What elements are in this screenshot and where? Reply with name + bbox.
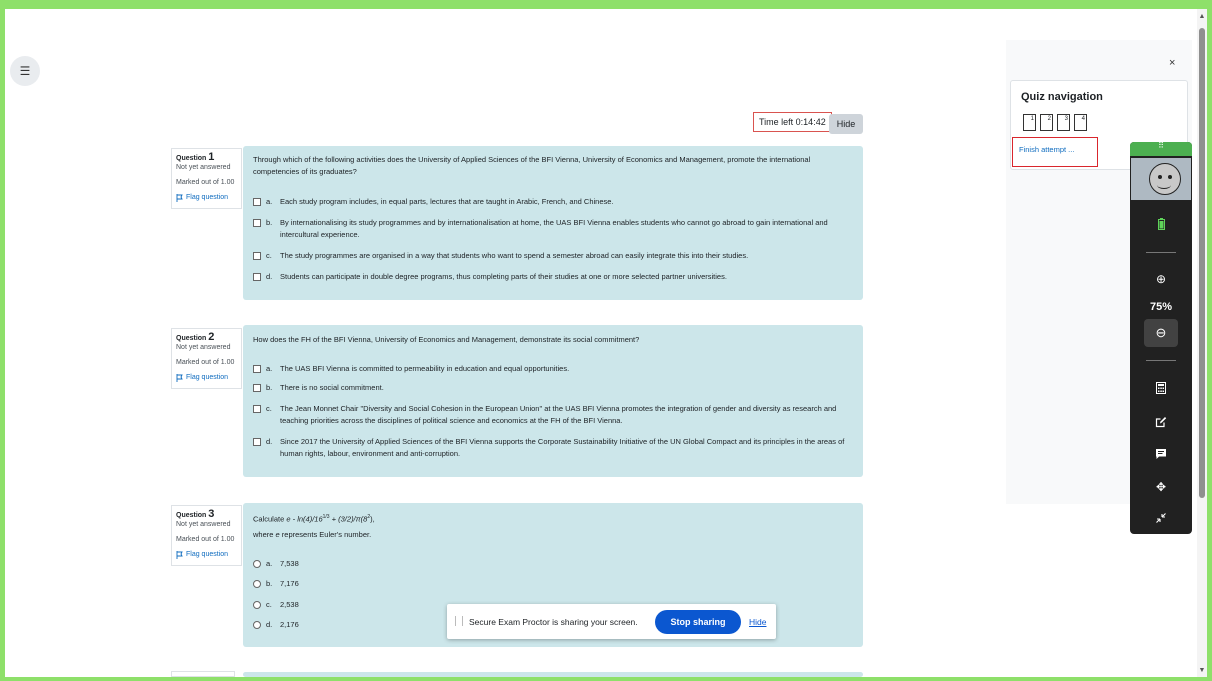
- hide-timer-button[interactable]: Hide: [829, 114, 863, 134]
- scrollbar-thumb[interactable]: [1199, 28, 1205, 498]
- scroll-down-arrow-icon[interactable]: ▼: [1197, 666, 1207, 676]
- question-number: Question 3: [176, 508, 215, 520]
- edit-icon[interactable]: [1130, 416, 1192, 431]
- radio-button[interactable]: [253, 621, 261, 629]
- question-text: How does the FH of the BFI Vienna, Unive…: [253, 335, 640, 344]
- checkbox[interactable]: [253, 438, 261, 446]
- question-info-1: Question 1 Not yet answered Marked out o…: [171, 148, 242, 209]
- answer-option[interactable]: a. 7,538: [253, 558, 851, 570]
- minus-circle-icon[interactable]: ⊖: [1144, 319, 1178, 347]
- flag-icon: [176, 373, 183, 382]
- radio-button[interactable]: [253, 601, 261, 609]
- zoom-level: 75%: [1149, 301, 1173, 313]
- user-face: [1149, 163, 1181, 195]
- nav-question-button[interactable]: 4: [1074, 114, 1087, 131]
- checkbox[interactable]: [253, 405, 261, 413]
- scroll-up-arrow-icon[interactable]: ▲: [1197, 12, 1207, 22]
- checkbox[interactable]: [253, 252, 261, 260]
- question-content-4: [243, 672, 863, 677]
- timer: Time left 0:14:42: [753, 112, 832, 132]
- answer-option[interactable]: b. There is no social commitment.: [253, 382, 851, 394]
- question-status: Not yet answered: [176, 344, 231, 351]
- stop-sharing-button[interactable]: Stop sharing: [655, 610, 741, 634]
- answer-option[interactable]: a. The UAS BFI Vienna is committed to per…: [253, 363, 851, 375]
- question-marks: Marked out of 1.00: [176, 359, 235, 366]
- calculator-icon[interactable]: [1130, 382, 1192, 397]
- question-info-3: Question 3 Not yet answered Marked out o…: [171, 505, 242, 566]
- list-icon: ☰: [19, 64, 31, 78]
- question-content-1: Through which of the following activitie…: [243, 146, 863, 300]
- drag-handle[interactable]: ⠿: [1130, 142, 1192, 156]
- sharing-message: Secure Exam Proctor is sharing your scre…: [469, 617, 638, 627]
- flag-question-link[interactable]: Flag question: [176, 193, 238, 202]
- question-status: Not yet answered: [176, 164, 231, 171]
- question-number: Question 1: [176, 151, 215, 163]
- question-content-2: How does the FH of the BFI Vienna, Unive…: [243, 325, 863, 477]
- radio-button[interactable]: [253, 580, 261, 588]
- drag-grip-icon[interactable]: [455, 616, 463, 626]
- nav-question-button[interactable]: 1: [1023, 114, 1036, 131]
- proctor-toolbar: ⠿ ⊕ 75% ⊖ ✥: [1130, 142, 1192, 534]
- checkbox[interactable]: [253, 198, 261, 206]
- nav-question-button[interactable]: 2: [1040, 114, 1053, 131]
- answer-option[interactable]: d. Since 2017 the University of Applied S…: [253, 436, 851, 460]
- answer-option[interactable]: d. Students can participate in double deg…: [253, 271, 851, 283]
- question-info-2: Question 2 Not yet answered Marked out o…: [171, 328, 242, 389]
- screen-sharing-bar: Secure Exam Proctor is sharing your scre…: [447, 604, 776, 639]
- close-drawer-button[interactable]: ×: [1169, 57, 1175, 69]
- plus-circle-icon[interactable]: ⊕: [1130, 272, 1192, 286]
- question-text: Through which of the following activitie…: [253, 155, 811, 176]
- flag-question-link[interactable]: Flag question: [176, 373, 238, 382]
- checkbox[interactable]: [253, 365, 261, 373]
- move-icon[interactable]: ✥: [1130, 480, 1192, 494]
- quiz-navigation-title: Quiz navigation: [1021, 91, 1103, 103]
- chat-icon[interactable]: [1130, 448, 1192, 463]
- finish-attempt-link[interactable]: Finish attempt ...: [1012, 137, 1098, 167]
- webcam-preview: [1131, 158, 1191, 200]
- question-marks: Marked out of 1.00: [176, 179, 235, 186]
- answer-option[interactable]: b. 7,176: [253, 578, 851, 590]
- hide-sharing-bar-link[interactable]: Hide: [749, 617, 766, 627]
- checkbox[interactable]: [253, 384, 261, 392]
- radio-button[interactable]: [253, 560, 261, 568]
- collapse-icon[interactable]: [1130, 512, 1192, 527]
- question-status: Not yet answered: [176, 521, 231, 528]
- question-subtext: where e represents Euler's number.: [253, 530, 372, 539]
- answer-option[interactable]: c. The Jean Monnet Chair "Diversity and S…: [253, 403, 851, 427]
- question-formula: Calculate e - ln(4)/161/3 + (3/2)/π(82),: [253, 514, 375, 524]
- answer-option[interactable]: c. The study programmes are organised in …: [253, 250, 851, 262]
- checkbox[interactable]: [253, 219, 261, 227]
- question-marks: Marked out of 1.00: [176, 536, 235, 543]
- nav-question-button[interactable]: 3: [1057, 114, 1070, 131]
- battery-icon: [1130, 218, 1192, 233]
- course-index-toggle-button[interactable]: ☰: [10, 56, 40, 86]
- flag-question-link[interactable]: Flag question: [176, 550, 238, 559]
- question-number: Question 2: [176, 331, 215, 343]
- answer-option[interactable]: b. By internationalising its study progra…: [253, 217, 851, 241]
- checkbox[interactable]: [253, 273, 261, 281]
- question-info-4: [171, 671, 235, 677]
- answer-option[interactable]: a. Each study program includes, in equal …: [253, 196, 851, 208]
- flag-icon: [176, 193, 183, 202]
- flag-icon: [176, 550, 183, 559]
